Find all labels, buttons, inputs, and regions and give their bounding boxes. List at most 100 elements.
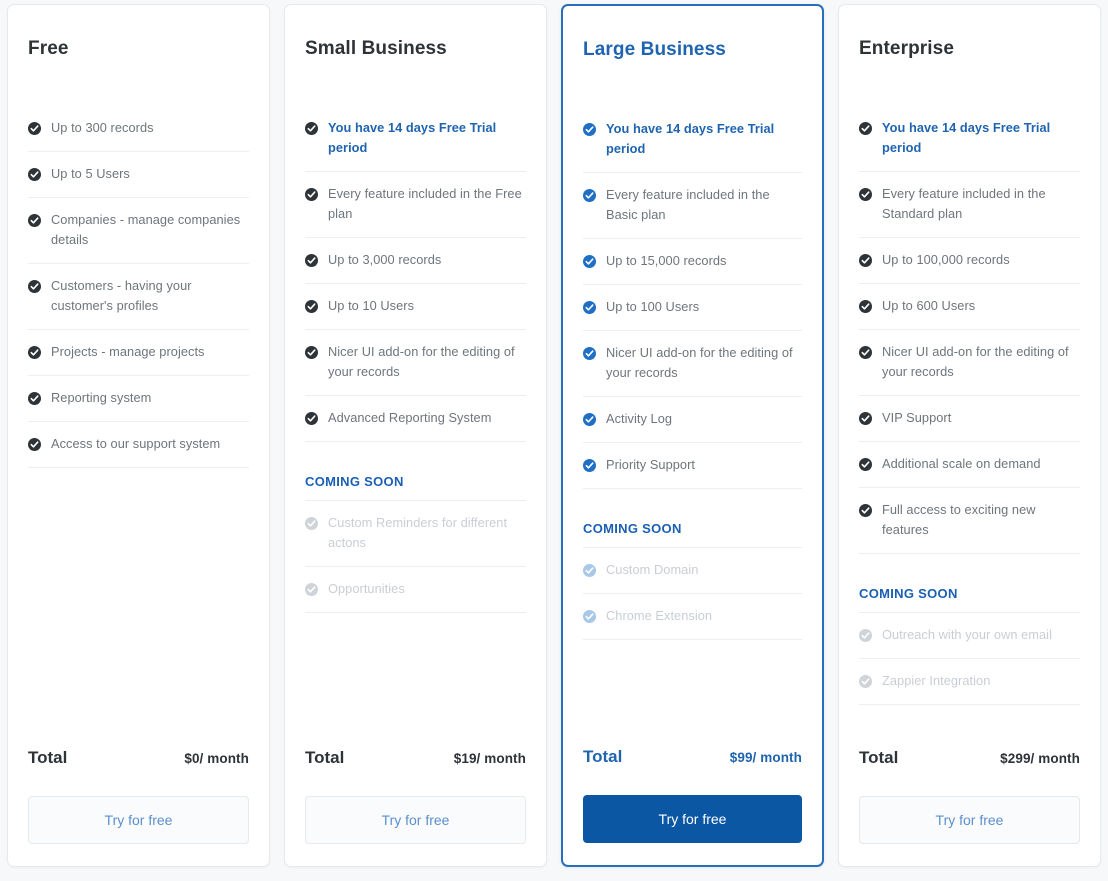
feature-row: Access to our support system (28, 422, 249, 468)
feature-row: Nicer UI add-on for the editing of your … (583, 331, 802, 397)
coming-soon-list: Outreach with your own email Zappier Inte… (859, 613, 1080, 705)
feature-row: Advanced Reporting System (305, 396, 526, 442)
feature-label: You have 14 days Free Trial period (882, 119, 1051, 155)
feature-row: You have 14 days Free Trial period (859, 106, 1080, 172)
feature-label: Up to 15,000 records (606, 252, 727, 268)
feature-label: Nicer UI add-on for the editing of your … (882, 343, 1069, 379)
feature-label: Up to 100,000 records (882, 251, 1010, 267)
coming-soon-feature-row: Custom Reminders for different actons (305, 501, 526, 567)
feature-label: Opportunities (328, 580, 405, 596)
feature-row: Priority Support (583, 443, 802, 489)
check-circle-icon (583, 458, 596, 472)
total-row: Total $0/ month (28, 748, 249, 796)
plan-title: Free (28, 38, 69, 59)
plan-card-body: Small Business You have 14 days Free Tria… (285, 5, 546, 680)
feature-label: Companies - manage companies details (51, 211, 241, 247)
feature-label: Customers - having your customer's profi… (51, 277, 192, 313)
feature-row: Activity Log (583, 397, 802, 443)
feature-row: Up to 3,000 records (305, 238, 526, 284)
coming-soon-heading: COMING SOON (859, 554, 1080, 613)
coming-soon-feature-row: Chrome Extension (583, 594, 802, 640)
check-circle-icon (583, 609, 596, 623)
total-price: $0/ month (184, 751, 249, 766)
feature-label: Priority Support (606, 456, 695, 472)
plan-card[interactable]: Free Up to 300 records Up to 5 Users Compan… (7, 4, 270, 867)
plan-card-body: Large Business You have 14 days Free Tria… (563, 6, 822, 693)
feature-label: Activity Log (606, 410, 673, 426)
check-circle-icon (28, 121, 41, 135)
check-circle-icon (305, 345, 318, 359)
check-circle-icon (859, 674, 872, 688)
layout-spacer (285, 680, 546, 748)
check-circle-icon (28, 345, 41, 359)
feature-label: Every feature included in the Basic plan (606, 186, 770, 222)
check-circle-icon (583, 122, 596, 136)
try-for-free-button[interactable]: Try for free (305, 796, 526, 844)
feature-label: Outreach with your own email (882, 626, 1052, 642)
check-circle-icon (28, 167, 41, 181)
feature-label: You have 14 days Free Trial period (328, 119, 497, 155)
plan-card[interactable]: Small Business You have 14 days Free Tria… (284, 4, 547, 867)
try-for-free-button[interactable]: Try for free (28, 796, 249, 844)
try-for-free-button[interactable]: Try for free (583, 795, 802, 843)
feature-row: Full access to exciting new features (859, 488, 1080, 554)
feature-row: Every feature included in the Basic plan (583, 173, 802, 239)
check-circle-icon (583, 300, 596, 314)
feature-row: VIP Support (859, 396, 1080, 442)
layout-spacer (563, 693, 822, 747)
feature-row: Additional scale on demand (859, 442, 1080, 488)
feature-label: Access to our support system (51, 435, 221, 451)
check-circle-icon (305, 411, 318, 425)
feature-label: VIP Support (882, 409, 952, 425)
feature-label: Nicer UI add-on for the editing of your … (606, 344, 793, 380)
check-circle-icon (305, 121, 318, 135)
feature-label: Every feature included in the Free plan (328, 185, 522, 221)
check-circle-icon (28, 213, 41, 227)
feature-row: You have 14 days Free Trial period (583, 107, 802, 173)
feature-row: Up to 15,000 records (583, 239, 802, 285)
feature-row: Customers - having your customer's profi… (28, 264, 249, 330)
feature-label: Up to 3,000 records (328, 251, 442, 267)
check-circle-icon (859, 411, 872, 425)
check-circle-icon (859, 503, 872, 517)
feature-row: Up to 300 records (28, 106, 249, 152)
feature-label: You have 14 days Free Trial period (606, 120, 775, 156)
coming-soon-list: Custom Reminders for different actons Opp… (305, 501, 526, 613)
total-row: Total $99/ month (583, 747, 802, 795)
total-price: $19/ month (453, 751, 526, 766)
try-for-free-button[interactable]: Try for free (859, 796, 1080, 844)
plan-card[interactable]: Large Business You have 14 days Free Tria… (561, 4, 824, 867)
coming-soon-feature-row: Opportunities (305, 567, 526, 613)
check-circle-icon (859, 345, 872, 359)
plan-card-footer: Total $299/ month Try for free (839, 748, 1100, 866)
coming-soon-heading: COMING SOON (305, 442, 526, 501)
total-label: Total (583, 747, 623, 766)
check-circle-icon (859, 121, 872, 135)
check-circle-icon (28, 391, 41, 405)
check-circle-icon (583, 254, 596, 268)
feature-label: Custom Domain (606, 561, 699, 577)
feature-label: Additional scale on demand (882, 455, 1041, 471)
check-circle-icon (583, 346, 596, 360)
feature-label: Reporting system (51, 389, 152, 405)
feature-label: Up to 100 Users (606, 298, 700, 314)
plan-card-footer: Total $99/ month Try for free (563, 747, 822, 865)
plan-card[interactable]: Enterprise You have 14 days Free Trial pe… (838, 4, 1101, 867)
feature-list: You have 14 days Free Trial period Every … (305, 106, 526, 442)
plan-title: Small Business (305, 38, 447, 59)
check-circle-icon (28, 279, 41, 293)
total-row: Total $19/ month (305, 748, 526, 796)
feature-row: Up to 10 Users (305, 284, 526, 330)
check-circle-icon (305, 299, 318, 313)
check-circle-icon (305, 582, 318, 596)
feature-label: Projects - manage projects (51, 343, 205, 359)
feature-label: Up to 5 Users (51, 165, 130, 181)
total-label: Total (859, 748, 899, 767)
plan-card-body: Free Up to 300 records Up to 5 Users Compan… (8, 5, 269, 608)
plan-card-body: Enterprise You have 14 days Free Trial pe… (839, 5, 1100, 726)
coming-soon-heading: COMING SOON (583, 489, 802, 548)
pricing-plans-grid: Free Up to 300 records Up to 5 Users Compan… (0, 0, 1108, 881)
feature-row: Companies - manage companies details (28, 198, 249, 264)
feature-row: Nicer UI add-on for the editing of your … (305, 330, 526, 396)
check-circle-icon (583, 412, 596, 426)
